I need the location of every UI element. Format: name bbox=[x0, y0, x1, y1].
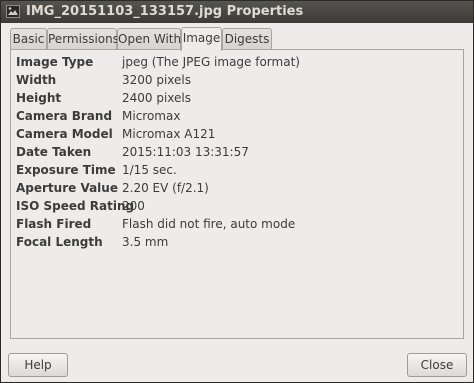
window-title: IMG_20151103_133157.jpg Properties bbox=[26, 4, 304, 19]
property-value: 1/15 sec. bbox=[122, 163, 177, 177]
property-label: Camera Model bbox=[16, 127, 113, 141]
property-label: Width bbox=[16, 73, 57, 87]
property-value: Micromax A121 bbox=[122, 127, 216, 141]
image-file-icon bbox=[6, 5, 20, 18]
property-value: 3.5 mm bbox=[122, 235, 169, 249]
image-properties-panel: Image Type jpeg (The JPEG image format) … bbox=[10, 49, 464, 339]
property-label: Date Taken bbox=[16, 145, 92, 159]
property-value: 2015:11:03 13:31:57 bbox=[122, 145, 249, 159]
property-value: 2.20 EV (f/2.1) bbox=[122, 181, 209, 195]
property-value: 200 bbox=[122, 199, 145, 213]
tab-image[interactable]: Image bbox=[181, 27, 222, 51]
property-label: Aperture Value bbox=[16, 181, 118, 195]
help-button[interactable]: Help bbox=[8, 353, 68, 377]
property-value: jpeg (The JPEG image format) bbox=[122, 55, 300, 69]
title-bar[interactable]: IMG_20151103_133157.jpg Properties bbox=[1, 1, 473, 23]
property-label: Flash Fired bbox=[16, 217, 92, 231]
property-label: Image Type bbox=[16, 55, 94, 69]
property-label: Focal Length bbox=[16, 235, 103, 249]
property-label: Height bbox=[16, 91, 62, 105]
tab-open-with[interactable]: Open With bbox=[117, 28, 181, 49]
tab-basic[interactable]: Basic bbox=[10, 28, 47, 49]
properties-window: IMG_20151103_133157.jpg Properties Basic… bbox=[0, 0, 474, 383]
tab-permissions[interactable]: Permissions bbox=[47, 28, 119, 49]
close-button[interactable]: Close bbox=[407, 353, 467, 377]
property-value: Micromax bbox=[122, 109, 181, 123]
tab-digests[interactable]: Digests bbox=[222, 28, 272, 49]
property-label: Exposure Time bbox=[16, 163, 116, 177]
property-label: ISO Speed Rating bbox=[16, 199, 135, 213]
property-label: Camera Brand bbox=[16, 109, 113, 123]
property-value: Flash did not fire, auto mode bbox=[122, 217, 296, 231]
property-value: 2400 pixels bbox=[122, 91, 192, 105]
property-value: 3200 pixels bbox=[122, 73, 192, 87]
